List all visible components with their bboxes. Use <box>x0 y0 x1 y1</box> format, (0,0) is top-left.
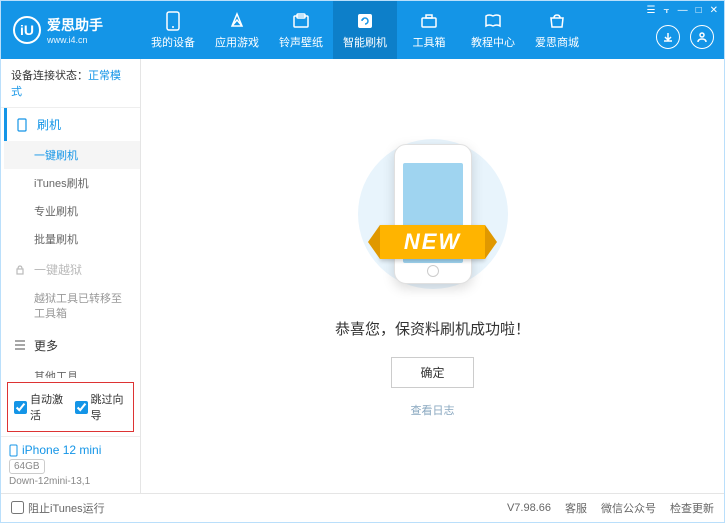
footer-support[interactable]: 客服 <box>565 500 587 516</box>
checkbox-row: 自动激活 跳过向导 <box>7 382 134 432</box>
lock-icon[interactable]: ⫟ <box>664 5 670 16</box>
phone-small-icon <box>17 118 31 132</box>
submenu-itunes-flash[interactable]: iTunes刷机 <box>4 169 140 197</box>
submenu-other-tools[interactable]: 其他工具 <box>4 362 140 378</box>
storage-badge: 64GB <box>9 459 45 474</box>
checkbox-skip-guide[interactable]: 跳过向导 <box>75 391 128 423</box>
view-log-link[interactable]: 查看日志 <box>411 402 455 418</box>
menu-flash[interactable]: 刷机 <box>4 108 140 141</box>
wallet-icon <box>291 11 311 31</box>
refresh-icon <box>355 11 375 31</box>
menu-jailbreak[interactable]: 一键越狱 <box>4 253 140 286</box>
maximize-icon[interactable]: □ <box>696 5 702 16</box>
version-label: V7.98.66 <box>507 502 551 514</box>
app-name: 爱思助手 <box>47 15 103 35</box>
minimize-icon[interactable]: — <box>678 5 688 16</box>
confirm-button[interactable]: 确定 <box>391 357 473 388</box>
submenu-pro-flash[interactable]: 专业刷机 <box>4 197 140 225</box>
checkbox-block-itunes[interactable]: 阻止iTunes运行 <box>11 500 105 516</box>
new-banner: NEW <box>380 225 485 259</box>
main-content: NEW 恭喜您，保资料刷机成功啦！ 确定 查看日志 <box>141 59 724 493</box>
apps-icon <box>227 11 247 31</box>
sidebar: 设备连接状态：正常模式 刷机 一键刷机 iTunes刷机 专业刷机 批量刷机 一… <box>1 59 141 493</box>
success-illustration: NEW <box>333 134 533 294</box>
lock-small-icon <box>14 264 28 276</box>
list-icon <box>14 340 28 350</box>
footer-wechat[interactable]: 微信公众号 <box>601 500 656 516</box>
device-extra: Down-12mini-13,1 <box>9 476 132 487</box>
footer: 阻止iTunes运行 V7.98.66 客服 微信公众号 检查更新 <box>1 493 724 521</box>
footer-update[interactable]: 检查更新 <box>670 500 714 516</box>
app-header: iU 爱思助手 www.i4.cn 我的设备 应用游戏 铃声壁纸 智能刷机 工具… <box>1 1 724 59</box>
window-controls: ☰ ⫟ — □ ✕ <box>647 5 718 16</box>
book-icon <box>483 11 503 31</box>
submenu-batch-flash[interactable]: 批量刷机 <box>4 225 140 253</box>
nav-my-device[interactable]: 我的设备 <box>141 1 205 59</box>
device-name[interactable]: iPhone 12 mini <box>9 443 132 457</box>
nav-ringtones[interactable]: 铃声壁纸 <box>269 1 333 59</box>
device-small-icon <box>9 444 18 457</box>
main-nav: 我的设备 应用游戏 铃声壁纸 智能刷机 工具箱 教程中心 爱思商城 <box>141 1 589 59</box>
logo-icon: iU <box>13 16 41 44</box>
user-icon[interactable] <box>690 25 714 49</box>
jailbreak-note: 越狱工具已转移至工具箱 <box>4 286 140 329</box>
checkbox-auto-activate[interactable]: 自动激活 <box>14 391 67 423</box>
nav-toolbox[interactable]: 工具箱 <box>397 1 461 59</box>
nav-apps[interactable]: 应用游戏 <box>205 1 269 59</box>
success-text: 恭喜您，保资料刷机成功啦！ <box>335 318 530 339</box>
store-icon <box>547 11 567 31</box>
menu-icon[interactable]: ☰ <box>647 5 656 16</box>
device-info: iPhone 12 mini 64GB Down-12mini-13,1 <box>1 436 140 493</box>
phone-icon <box>163 11 183 31</box>
submenu-oneclick-flash[interactable]: 一键刷机 <box>4 141 140 169</box>
nav-flash[interactable]: 智能刷机 <box>333 1 397 59</box>
nav-tutorials[interactable]: 教程中心 <box>461 1 525 59</box>
menu-more[interactable]: 更多 <box>4 329 140 362</box>
close-icon[interactable]: ✕ <box>710 5 718 16</box>
download-icon[interactable] <box>656 25 680 49</box>
toolbox-icon <box>419 11 439 31</box>
device-status: 设备连接状态：正常模式 <box>1 59 140 108</box>
logo-area: iU 爱思助手 www.i4.cn <box>1 15 141 45</box>
nav-store[interactable]: 爱思商城 <box>525 1 589 59</box>
app-url: www.i4.cn <box>47 35 103 45</box>
